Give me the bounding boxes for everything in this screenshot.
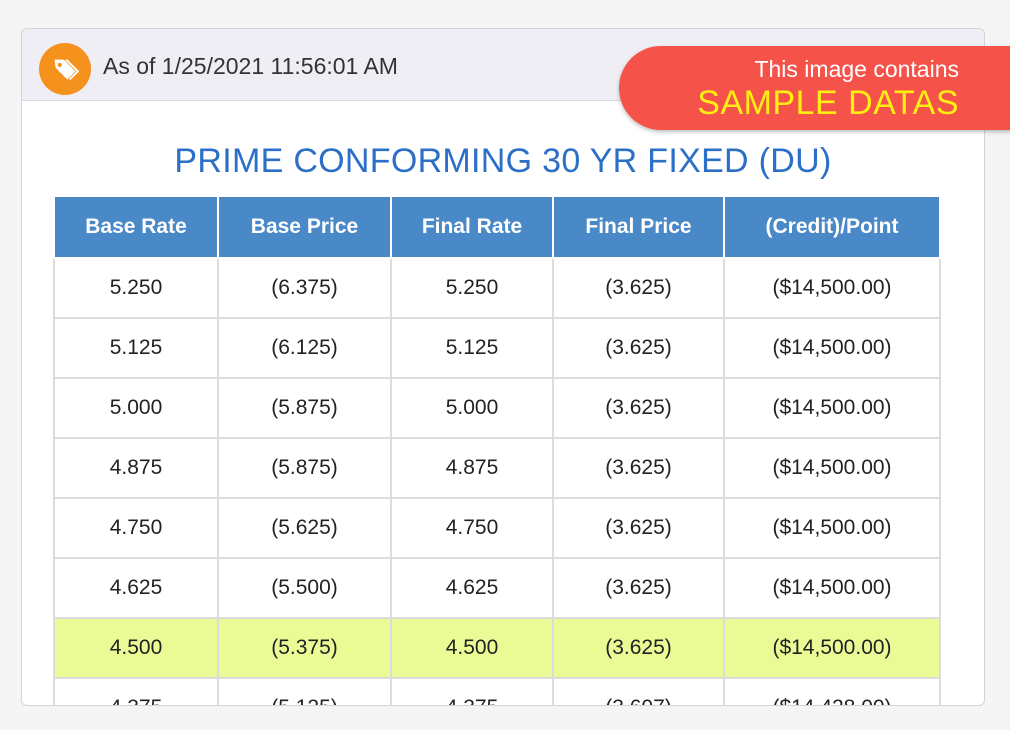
final-price-cell: (3.625) — [552, 257, 725, 319]
credit-point-cell: ($14,500.00) — [723, 437, 941, 499]
column-header-base-price: Base Price — [217, 195, 392, 259]
column-header-final-price: Final Price — [552, 195, 725, 259]
as-of-timestamp: As of 1/25/2021 11:56:01 AM — [103, 53, 398, 79]
base-price-cell: (5.125) — [217, 677, 392, 705]
base-rate-cell: 5.000 — [53, 377, 219, 439]
final-rate-cell: 4.750 — [390, 497, 554, 559]
table-row[interactable]: 4.625 (5.500) 4.625 (3.625) ($14,500.00) — [53, 557, 941, 619]
base-price-cell: (5.500) — [217, 557, 392, 619]
final-price-cell: (3.625) — [552, 497, 725, 559]
table-row[interactable]: 4.750 (5.625) 4.750 (3.625) ($14,500.00) — [53, 497, 941, 559]
base-price-cell: (6.125) — [217, 317, 392, 379]
base-price-cell: (5.625) — [217, 497, 392, 559]
table-header-row: Base Rate Base Price Final Rate Final Pr… — [53, 195, 941, 259]
final-price-cell: (3.625) — [552, 437, 725, 499]
final-rate-cell: 4.500 — [390, 617, 554, 679]
table-row[interactable]: 4.375 (5.125) 4.375 (3.607) ($14,428.00) — [53, 677, 941, 705]
final-price-cell: (3.625) — [552, 557, 725, 619]
table-title: PRIME CONFORMING 30 YR FIXED (DU) — [174, 142, 832, 180]
table-row[interactable]: 5.250 (6.375) 5.250 (3.625) ($14,500.00) — [53, 257, 941, 319]
base-rate-cell: 5.250 — [53, 257, 219, 319]
base-price-cell: (5.875) — [217, 437, 392, 499]
final-price-cell: (3.607) — [552, 677, 725, 705]
credit-point-cell: ($14,428.00) — [723, 677, 941, 705]
final-rate-cell: 4.375 — [390, 677, 554, 705]
credit-point-cell: ($14,500.00) — [723, 497, 941, 559]
final-rate-cell: 5.250 — [390, 257, 554, 319]
sample-data-banner: This image contains SAMPLE DATAS — [619, 46, 1010, 130]
base-price-cell: (5.375) — [217, 617, 392, 679]
base-price-cell: (6.375) — [217, 257, 392, 319]
credit-point-cell: ($14,500.00) — [723, 617, 941, 679]
credit-point-cell: ($14,500.00) — [723, 257, 941, 319]
final-rate-cell: 4.625 — [390, 557, 554, 619]
base-rate-cell: 4.750 — [53, 497, 219, 559]
banner-caption: This image contains — [754, 56, 959, 82]
table-row[interactable]: 5.000 (5.875) 5.000 (3.625) ($14,500.00) — [53, 377, 941, 439]
column-header-credit-point: (Credit)/Point — [723, 195, 941, 259]
final-price-cell: (3.625) — [552, 617, 725, 679]
credit-point-cell: ($14,500.00) — [723, 317, 941, 379]
base-rate-cell: 4.625 — [53, 557, 219, 619]
rate-table: Base Rate Base Price Final Rate Final Pr… — [53, 195, 941, 705]
final-rate-cell: 5.125 — [390, 317, 554, 379]
base-rate-cell: 5.125 — [53, 317, 219, 379]
base-rate-cell: 4.500 — [53, 617, 219, 679]
column-header-base-rate: Base Rate — [53, 195, 219, 259]
table-row-highlighted[interactable]: 4.500 (5.375) 4.500 (3.625) ($14,500.00) — [53, 617, 941, 679]
base-price-cell: (5.875) — [217, 377, 392, 439]
final-rate-cell: 5.000 — [390, 377, 554, 439]
banner-headline: SAMPLE DATAS — [697, 84, 959, 122]
tag-icon — [39, 43, 91, 95]
table-row[interactable]: 4.875 (5.875) 4.875 (3.625) ($14,500.00) — [53, 437, 941, 499]
credit-point-cell: ($14,500.00) — [723, 557, 941, 619]
final-rate-cell: 4.875 — [390, 437, 554, 499]
base-rate-cell: 4.375 — [53, 677, 219, 705]
final-price-cell: (3.625) — [552, 377, 725, 439]
final-price-cell: (3.625) — [552, 317, 725, 379]
table-row[interactable]: 5.125 (6.125) 5.125 (3.625) ($14,500.00) — [53, 317, 941, 379]
credit-point-cell: ($14,500.00) — [723, 377, 941, 439]
column-header-final-rate: Final Rate — [390, 195, 554, 259]
base-rate-cell: 4.875 — [53, 437, 219, 499]
